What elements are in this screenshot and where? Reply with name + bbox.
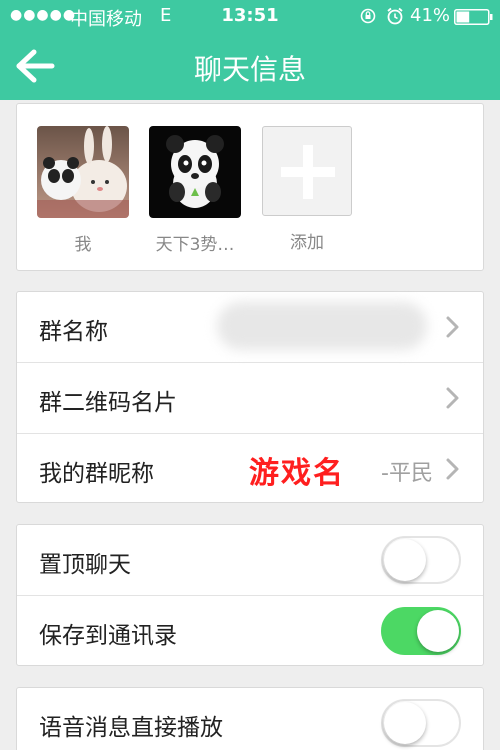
header: ●●●●● 中国移动 E 13:51 41% 聊天信息 <box>0 0 500 100</box>
member-item[interactable]: 天下3势… <box>149 126 241 255</box>
battery-percent: 41% <box>410 5 451 26</box>
rotation-lock-icon <box>360 8 376 24</box>
voice-autoplay-toggle[interactable] <box>381 699 461 747</box>
redacted-group-name <box>217 302 427 350</box>
group-settings-card: 群名称 群二维码名片 我的群昵称 -平民 游戏名 <box>16 291 484 503</box>
pin-chat-label: 置顶聊天 <box>39 552 131 578</box>
voice-autoplay-label: 语音消息直接播放 <box>39 715 223 741</box>
voice-autoplay-row: 语音消息直接播放 <box>17 688 483 750</box>
voice-options-card: 语音消息直接播放 <box>16 687 484 750</box>
page-title: 聊天信息 <box>193 53 306 86</box>
group-name-label: 群名称 <box>39 319 108 345</box>
group-nickname-label: 我的群昵称 <box>39 461 154 487</box>
group-qrcode-row[interactable]: 群二维码名片 <box>17 363 483 433</box>
plus-icon[interactable] <box>262 126 352 216</box>
member-name: 天下3势… <box>155 235 235 255</box>
game-name-overlay: 游戏名 <box>249 456 345 491</box>
member-item[interactable]: 我 <box>37 126 129 255</box>
alarm-icon <box>387 7 403 25</box>
save-contacts-row: 保存到通讯录 <box>17 596 483 666</box>
chevron-right-icon <box>446 316 459 338</box>
group-name-row[interactable]: 群名称 <box>17 292 483 362</box>
save-contacts-toggle[interactable] <box>381 607 461 655</box>
pin-chat-toggle[interactable] <box>381 536 461 584</box>
members-card: 我 天下3势… 添加 <box>16 103 484 271</box>
group-qrcode-label: 群二维码名片 <box>39 390 177 416</box>
group-nickname-row[interactable]: 我的群昵称 -平民 游戏名 <box>17 434 483 504</box>
avatar[interactable] <box>37 126 129 218</box>
add-member-label: 添加 <box>290 233 324 253</box>
group-nickname-value: -平民 <box>381 461 433 486</box>
add-member-button[interactable]: 添加 <box>261 126 353 253</box>
nav-bar: 聊天信息 <box>0 34 500 100</box>
member-name: 我 <box>74 235 92 255</box>
battery-icon <box>454 9 493 25</box>
save-contacts-label: 保存到通讯录 <box>39 623 177 649</box>
chevron-right-icon <box>446 458 459 480</box>
status-bar: ●●●●● 中国移动 E 13:51 41% <box>0 0 500 34</box>
chat-options-card: 置顶聊天 保存到通讯录 <box>16 524 484 666</box>
avatar[interactable] <box>149 126 241 218</box>
chevron-right-icon <box>446 387 459 409</box>
pin-chat-row: 置顶聊天 <box>17 525 483 595</box>
